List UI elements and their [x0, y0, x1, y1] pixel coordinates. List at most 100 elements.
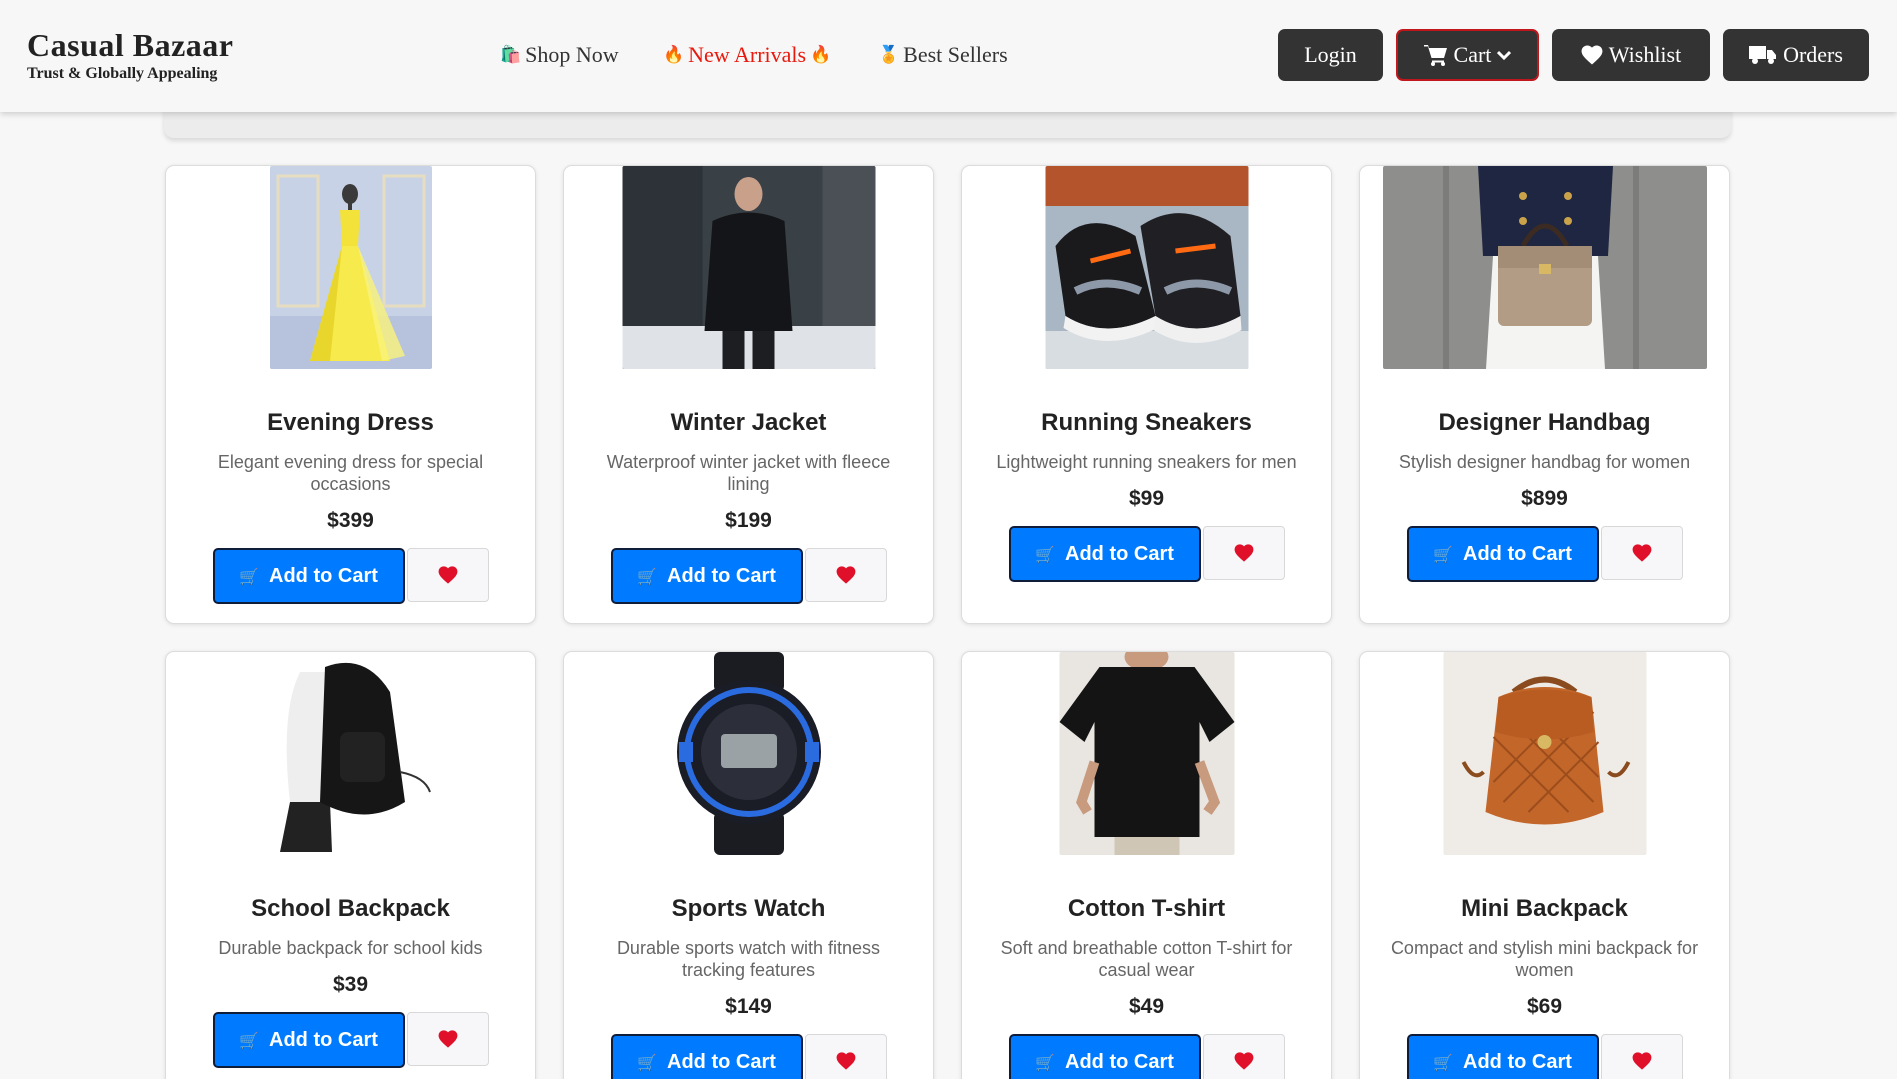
- wishlist-heart-button[interactable]: [804, 548, 887, 602]
- add-to-cart-label: Add to Cart: [1065, 542, 1174, 565]
- product-title: Designer Handbag: [1438, 409, 1651, 436]
- heart-icon: [438, 1030, 457, 1048]
- add-to-cart-button[interactable]: 🛒 Add to Cart: [1008, 1034, 1201, 1079]
- product-image[interactable]: [658, 652, 839, 855]
- heart-icon: [1234, 1052, 1253, 1070]
- cart-button[interactable]: Cart: [1396, 29, 1539, 81]
- product-description: Compact and stylish mini backpack for wo…: [1390, 938, 1699, 980]
- product-card: School Backpack Durable backpack for sch…: [165, 651, 536, 1079]
- add-to-cart-button[interactable]: 🛒 Add to Cart: [212, 548, 405, 604]
- heart-icon: [836, 566, 855, 584]
- product-description: Stylish designer handbag for women: [1398, 452, 1691, 472]
- login-label: Login: [1304, 42, 1357, 67]
- add-to-cart-button[interactable]: 🛒 Add to Cart: [1406, 1034, 1599, 1079]
- product-image[interactable]: [1443, 652, 1646, 855]
- nav-new-arrivals-label: New Arrivals: [688, 42, 807, 67]
- product-description: Waterproof winter jacket with fleece lin…: [606, 452, 891, 494]
- wishlist-heart-button[interactable]: [406, 548, 489, 602]
- product-card: Mini Backpack Compact and stylish mini b…: [1359, 651, 1730, 1079]
- add-to-cart-label: Add to Cart: [667, 1050, 776, 1073]
- chevron-down-icon: [1497, 50, 1512, 60]
- add-to-cart-label: Add to Cart: [269, 1028, 378, 1051]
- fire-icon: 🔥: [810, 45, 832, 65]
- heart-icon: [438, 566, 457, 584]
- cart-label: Cart: [1453, 42, 1492, 67]
- nav-new-arrivals[interactable]: 🔥 New Arrivals 🔥: [663, 42, 831, 68]
- nav-shop-now[interactable]: 🛍️ Shop Now: [500, 42, 619, 68]
- product-title: Running Sneakers: [1041, 409, 1252, 436]
- product-title: Sports Watch: [671, 895, 826, 922]
- site-header: Casual Bazaar Trust & Globally Appealing…: [0, 0, 1897, 112]
- nav-best-sellers[interactable]: 🏅 Best Sellers: [878, 42, 1008, 68]
- wishlist-button[interactable]: Wishlist: [1552, 29, 1710, 81]
- cart-icon: 🛒: [1035, 1052, 1056, 1072]
- product-price: $399: [327, 509, 374, 532]
- product-card: Cotton T-shirt Soft and breathable cotto…: [961, 651, 1332, 1079]
- brand-title: Casual Bazaar: [27, 27, 234, 63]
- orders-label: Orders: [1783, 42, 1843, 67]
- brand-logo[interactable]: Casual Bazaar Trust & Globally Appealing: [27, 26, 234, 84]
- product-title: Winter Jacket: [670, 409, 827, 436]
- product-image[interactable]: [269, 166, 432, 369]
- add-to-cart-button[interactable]: 🛒 Add to Cart: [1406, 526, 1599, 582]
- fire-icon: 🔥: [663, 45, 685, 65]
- medal-icon: 🏅: [878, 45, 900, 65]
- add-to-cart-button[interactable]: 🛒 Add to Cart: [610, 548, 803, 604]
- wishlist-heart-button[interactable]: [1202, 1034, 1285, 1079]
- heart-icon: [1632, 544, 1651, 562]
- product-title: Mini Backpack: [1461, 895, 1628, 922]
- cart-icon: 🛒: [1035, 544, 1056, 564]
- product-price: $149: [725, 995, 772, 1018]
- nav-shop-now-label: Shop Now: [525, 42, 619, 67]
- product-description: Durable sports watch with fitness tracki…: [616, 938, 881, 980]
- heart-icon: [1581, 45, 1603, 65]
- cart-icon: 🛒: [239, 1030, 260, 1050]
- login-button[interactable]: Login: [1278, 29, 1383, 81]
- product-description: Soft and breathable cotton T-shirt for c…: [1000, 938, 1293, 980]
- product-price: $899: [1521, 487, 1568, 510]
- wishlist-heart-button[interactable]: [1600, 1034, 1683, 1079]
- product-title: Cotton T-shirt: [1067, 895, 1226, 922]
- cart-icon: 🛒: [1433, 1052, 1454, 1072]
- product-image[interactable]: [1059, 652, 1234, 855]
- product-title: Evening Dress: [267, 409, 434, 436]
- product-price: $49: [1128, 995, 1165, 1018]
- add-to-cart-button[interactable]: 🛒 Add to Cart: [1008, 526, 1201, 582]
- product-image[interactable]: [1382, 166, 1707, 369]
- cart-icon: 🛒: [1433, 544, 1454, 564]
- heart-icon: [836, 1052, 855, 1070]
- product-price: $39: [332, 973, 369, 996]
- wishlist-heart-button[interactable]: [1600, 526, 1683, 580]
- product-image[interactable]: [622, 166, 875, 369]
- heart-icon: [1234, 544, 1253, 562]
- product-card: Evening Dress Elegant evening dress for …: [165, 165, 536, 624]
- wishlist-heart-button[interactable]: [804, 1034, 887, 1079]
- wishlist-heart-button[interactable]: [1202, 526, 1285, 580]
- product-card: Winter Jacket Waterproof winter jacket w…: [563, 165, 934, 624]
- wishlist-heart-button[interactable]: [406, 1012, 489, 1066]
- truck-icon: [1749, 46, 1777, 64]
- brand-tagline: Trust & Globally Appealing: [27, 65, 218, 82]
- product-description: Elegant evening dress for special occasi…: [217, 452, 484, 494]
- product-card: Designer Handbag Stylish designer handba…: [1359, 165, 1730, 624]
- cart-icon: [1423, 45, 1447, 66]
- product-image[interactable]: [1045, 166, 1248, 369]
- wishlist-label: Wishlist: [1608, 42, 1682, 67]
- nav-best-sellers-label: Best Sellers: [903, 42, 1008, 67]
- add-to-cart-label: Add to Cart: [667, 564, 776, 587]
- add-to-cart-label: Add to Cart: [269, 564, 378, 587]
- cart-icon: 🛒: [637, 1052, 658, 1072]
- product-description: Durable backpack for school kids: [218, 938, 483, 958]
- product-image[interactable]: [269, 652, 432, 855]
- cart-icon: 🛒: [239, 566, 260, 586]
- add-to-cart-label: Add to Cart: [1463, 542, 1572, 565]
- add-to-cart-button[interactable]: 🛒 Add to Cart: [610, 1034, 803, 1079]
- product-price: $99: [1128, 487, 1165, 510]
- product-price: $199: [725, 509, 772, 532]
- add-to-cart-button[interactable]: 🛒 Add to Cart: [212, 1012, 405, 1068]
- cart-icon: 🛒: [637, 566, 658, 586]
- banner-strip: [164, 108, 1731, 138]
- orders-button[interactable]: Orders: [1723, 29, 1869, 81]
- product-title: School Backpack: [251, 895, 450, 922]
- product-description: Lightweight running sneakers for men: [996, 452, 1297, 472]
